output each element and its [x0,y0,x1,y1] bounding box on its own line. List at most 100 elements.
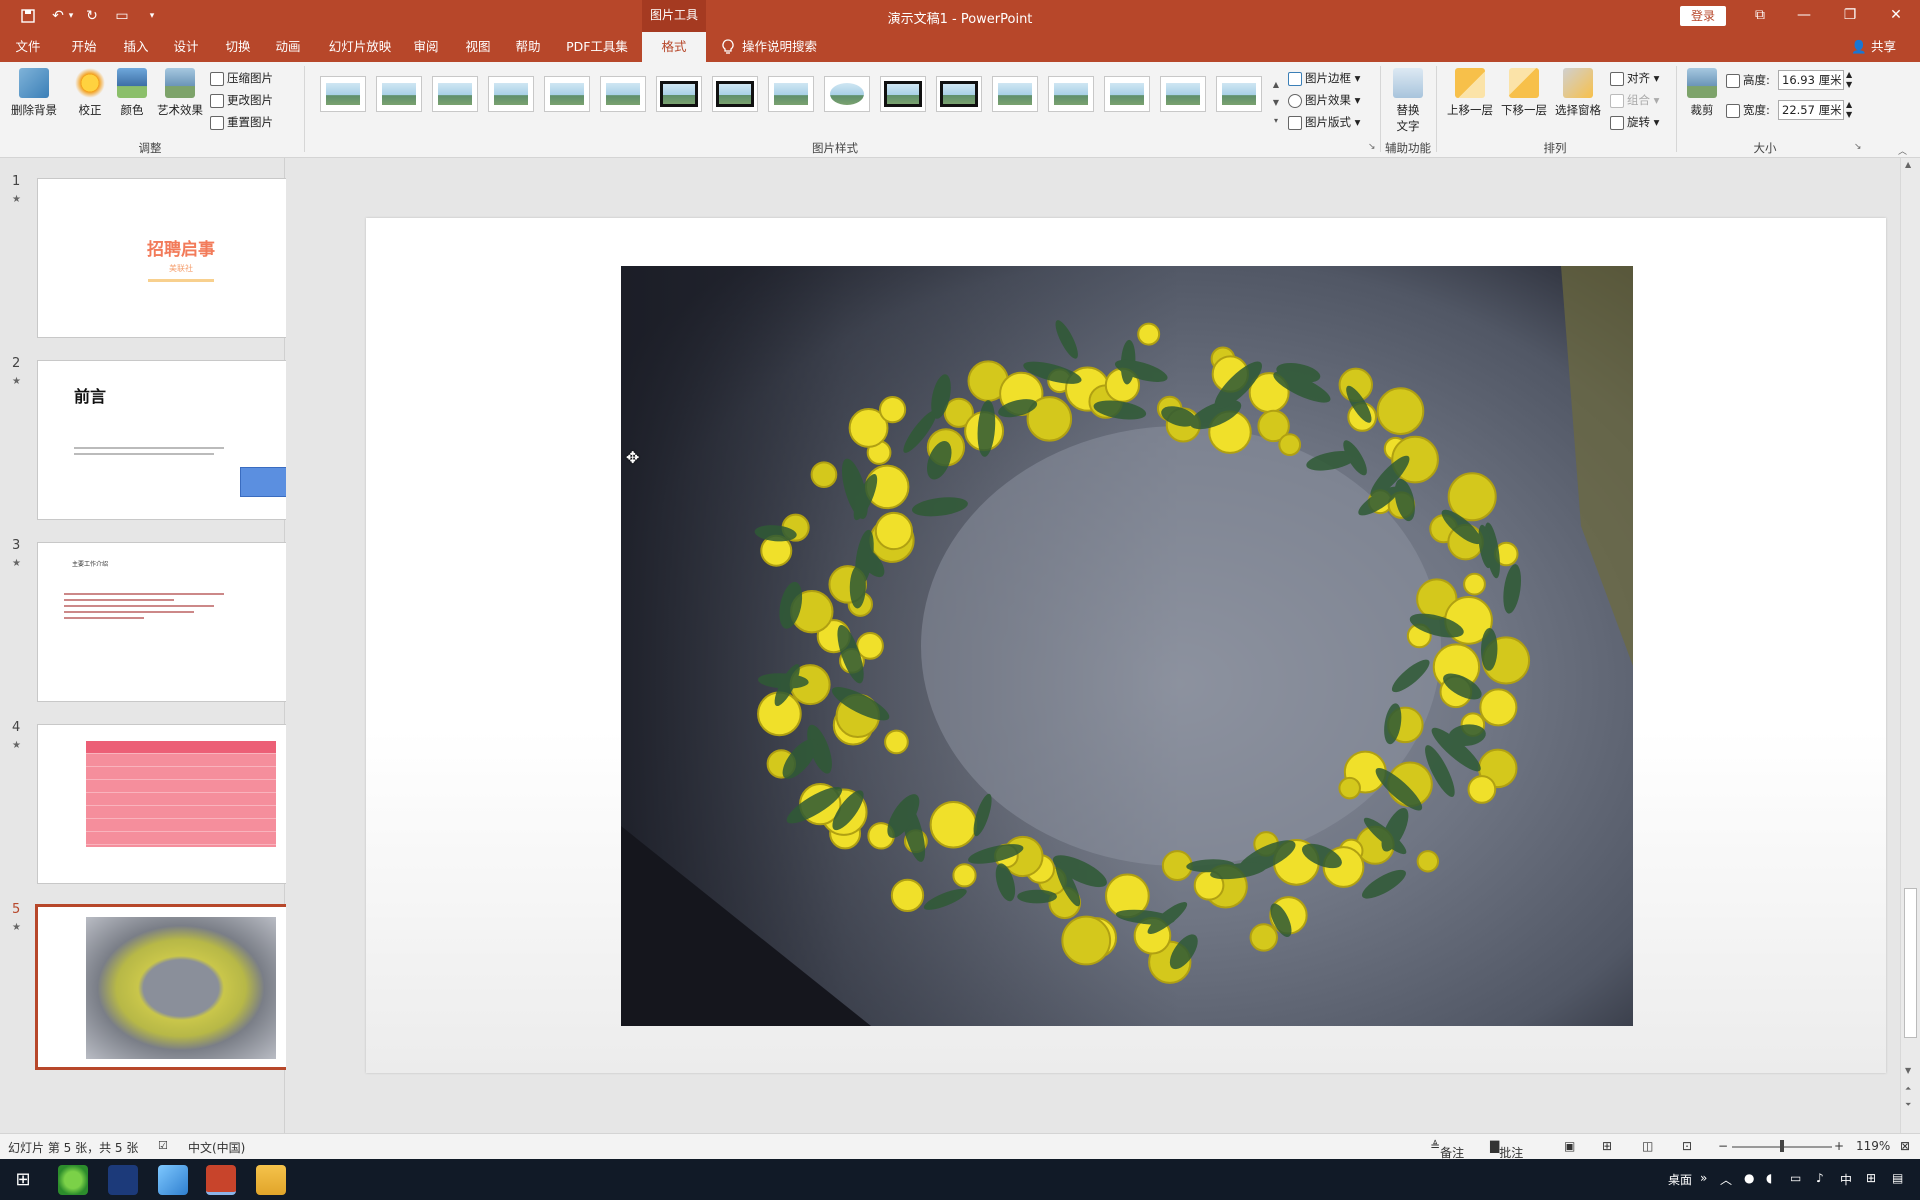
comments-button[interactable]: ▇ 批注 [1490,1139,1523,1160]
browser-icon[interactable] [58,1165,88,1195]
tab-review[interactable]: 审阅 [406,32,446,62]
normal-view-icon[interactable]: ▣ [1564,1139,1575,1153]
tab-animations[interactable]: 动画 [266,32,310,62]
start-slideshow-icon[interactable]: ▭ [112,6,132,26]
desktop-toolbar[interactable]: 桌面 [1668,1171,1692,1188]
picture-style-4[interactable] [488,76,534,112]
restore-button[interactable]: ❐ [1828,0,1872,32]
picture-style-8[interactable] [712,76,758,112]
tab-help[interactable]: 帮助 [506,32,550,62]
picture-style-5[interactable] [544,76,590,112]
zoom-in-button[interactable]: + [1834,1139,1844,1153]
start-menu-icon[interactable]: ⊞ [8,1165,38,1195]
tray-overflow-icon[interactable]: ︿ [1720,1171,1732,1188]
network-icon[interactable]: ▭ [1790,1171,1801,1185]
corrections-button[interactable]: 校正 [72,68,108,136]
fit-to-window-icon[interactable]: ⊠ [1900,1139,1910,1153]
bring-forward-button[interactable]: 上移一层 [1444,68,1496,136]
alt-text-button[interactable]: 替换 文字 [1388,68,1428,136]
tab-pdf-tools[interactable]: PDF工具集 [560,32,634,62]
login-button[interactable]: 登录 [1680,6,1726,26]
tab-design[interactable]: 设计 [164,32,208,62]
tab-home[interactable]: 开始 [62,32,106,62]
tab-insert[interactable]: 插入 [114,32,158,62]
reset-picture-button[interactable]: 重置图片 [210,112,273,132]
picture-style-15[interactable] [1104,76,1150,112]
slide-thumbnail-4[interactable] [37,724,323,884]
selection-pane-button[interactable]: 选择窗格 [1552,68,1604,136]
zoom-slider-thumb[interactable] [1780,1140,1784,1152]
gallery-scroll[interactable]: ▲ ▼ ▾ [1270,76,1282,130]
keyboard-layout-icon[interactable]: ⊞ [1866,1171,1876,1185]
file-explorer-icon[interactable] [256,1165,286,1195]
flower-wreath-picture[interactable] [621,266,1633,1026]
close-button[interactable]: ✕ [1874,0,1918,32]
next-slide-icon[interactable]: ⏷ [1905,1100,1911,1110]
vertical-scrollbar[interactable]: ▲ ▼ ⏶ ⏷ [1900,158,1920,1133]
tab-transitions[interactable]: 切换 [216,32,260,62]
picture-style-6[interactable] [600,76,646,112]
show-more-icon[interactable]: » [1700,1171,1707,1185]
tell-me-search[interactable]: 操作说明搜索 [742,32,832,62]
dialog-launcher-icon[interactable]: ↘ [1368,142,1376,152]
media-app-icon[interactable] [108,1165,138,1195]
notifications-icon[interactable]: ▤ [1892,1171,1903,1185]
height-input[interactable]: 16.93 厘米 [1778,70,1844,90]
tab-view[interactable]: 视图 [456,32,500,62]
artistic-effects-button[interactable]: 艺术效果 [154,68,206,136]
width-spinner[interactable]: ▲ ▼ [1846,100,1852,120]
share-button[interactable]: 👤 共享 [1851,32,1896,62]
tray-app-icon[interactable]: ● [1744,1171,1754,1185]
undo-dropdown-icon[interactable]: ▾ [66,6,76,26]
color-button[interactable]: 颜色 [114,68,150,136]
powerpoint-taskbar-icon[interactable] [206,1165,236,1195]
picture-style-1[interactable] [320,76,366,112]
input-method-indicator[interactable]: 中 [1840,1171,1852,1188]
picture-style-2[interactable] [376,76,422,112]
height-spinner[interactable]: ▲ ▼ [1846,70,1852,90]
tab-format[interactable]: 格式 [642,32,706,62]
compress-pictures-button[interactable]: 压缩图片 [210,68,273,88]
send-backward-button[interactable]: 下移一层 [1498,68,1550,136]
tab-slideshow[interactable]: 幻灯片放映 [320,32,400,62]
notes-button[interactable]: ≜ 备注 [1430,1139,1464,1160]
minimize-button[interactable]: — [1782,0,1826,32]
width-input[interactable]: 22.57 厘米 [1778,100,1844,120]
picture-style-12[interactable] [936,76,982,112]
redo-icon[interactable]: ↻ [82,6,102,26]
picture-style-16[interactable] [1160,76,1206,112]
size-dialog-launcher-icon[interactable]: ↘ [1854,142,1862,152]
picture-effects-button[interactable]: 图片效果 ▾ [1288,90,1360,110]
scroll-down-icon[interactable]: ▼ [1905,1066,1911,1075]
slideshow-view-icon[interactable]: ⊡ [1682,1139,1692,1153]
group-button[interactable]: 组合 ▾ [1610,90,1659,110]
slide-sorter-icon[interactable]: ⊞ [1602,1139,1612,1153]
picture-border-button[interactable]: 图片边框 ▾ [1288,68,1360,88]
slide-thumbnail-3[interactable]: 主要工作介绍 [37,542,323,702]
slide-thumbnail-5[interactable] [35,904,327,1070]
change-picture-button[interactable]: 更改图片 [210,90,273,110]
picture-style-7[interactable] [656,76,702,112]
picture-style-13[interactable] [992,76,1038,112]
zoom-out-button[interactable]: − [1718,1139,1728,1153]
align-button[interactable]: 对齐 ▾ [1610,68,1659,88]
picture-style-10[interactable] [824,76,870,112]
save-icon[interactable] [18,6,38,26]
ribbon-display-options-icon[interactable]: ⧉ [1738,0,1782,32]
volume-icon[interactable]: ◖ [1766,1171,1772,1185]
undo-icon[interactable]: ↶ [48,6,68,26]
previous-slide-icon[interactable]: ⏶ [1905,1084,1911,1094]
picture-style-14[interactable] [1048,76,1094,112]
picture-layout-button[interactable]: 图片版式 ▾ [1288,112,1360,132]
notes-app-icon[interactable] [158,1165,188,1195]
picture-style-17[interactable] [1216,76,1262,112]
scroll-up-icon[interactable]: ▲ [1905,160,1911,169]
scroll-thumb[interactable] [1904,888,1917,1038]
spellcheck-icon[interactable]: ☑ [158,1139,168,1152]
crop-button[interactable]: 裁剪 [1684,68,1720,136]
remove-background-button[interactable]: 删除背景 [6,68,62,136]
speaker-icon[interactable]: ♪ [1816,1171,1824,1185]
customize-toolbar-icon[interactable]: ▾ [142,6,162,26]
slide-thumbnail-2[interactable]: 前言 [37,360,323,520]
picture-style-3[interactable] [432,76,478,112]
